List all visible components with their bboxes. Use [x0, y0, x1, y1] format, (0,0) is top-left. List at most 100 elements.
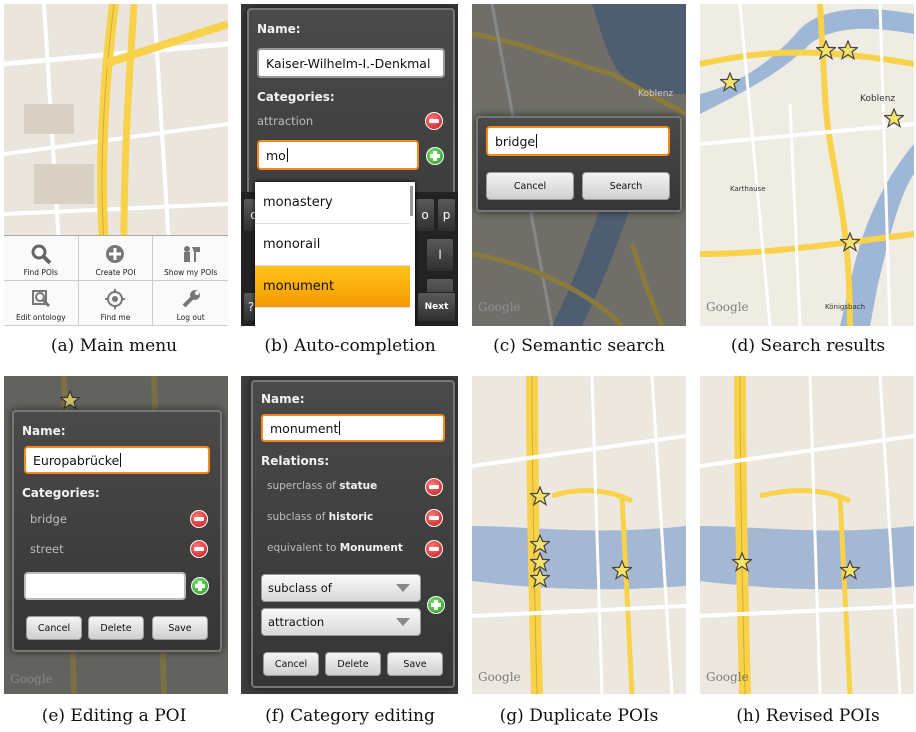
poi-star-marker[interactable] — [612, 560, 632, 580]
add-relation-button[interactable] — [427, 596, 445, 614]
save-button[interactable]: Save — [152, 616, 208, 640]
relation-item: subclass of historic — [267, 511, 374, 523]
category-item: attraction — [257, 114, 314, 128]
category-item: street — [30, 542, 64, 556]
remove-relation-button[interactable] — [425, 509, 443, 527]
delete-button[interactable]: Delete — [88, 616, 144, 640]
relation-item: equivalent to Monument — [267, 542, 403, 554]
search-input[interactable]: bridge — [486, 126, 670, 156]
category-dialog: Name: monument Relations: superclass of … — [251, 380, 455, 688]
save-button[interactable]: Save — [387, 652, 443, 676]
panel-main-menu: Find POIs Create POI Show my POIs Edit o… — [4, 4, 228, 326]
cancel-button[interactable]: Cancel — [263, 652, 319, 676]
map-view[interactable] — [472, 376, 686, 694]
google-logo: Google — [706, 670, 749, 684]
suggestion-item[interactable]: monastery — [255, 182, 410, 224]
add-category-button[interactable] — [191, 577, 209, 595]
edit-search-icon — [31, 290, 50, 308]
menu-item-log-out[interactable]: Log out — [153, 281, 228, 326]
scrollbar[interactable] — [410, 186, 413, 216]
name-label: Name: — [22, 424, 66, 438]
panel-semantic-search: Koblenz bridge Cancel Search Google — [472, 4, 686, 326]
poi-star-marker[interactable] — [60, 390, 80, 410]
name-label: Name: — [261, 392, 305, 406]
google-logo: Google — [478, 300, 521, 314]
remove-category-button[interactable] — [190, 510, 208, 528]
search-button[interactable]: Search — [582, 172, 670, 200]
poi-star-marker[interactable] — [530, 486, 550, 506]
map-view[interactable] — [700, 376, 914, 694]
google-logo: Google — [10, 672, 53, 686]
name-field[interactable]: Kaiser-Wilhelm-I.-Denkmal — [257, 48, 445, 78]
suggestion-item[interactable]: monorail — [255, 224, 410, 266]
cancel-button[interactable]: Cancel — [486, 172, 574, 200]
category-input[interactable]: mo — [257, 140, 419, 170]
add-category-button[interactable] — [426, 147, 444, 165]
poi-star-marker[interactable] — [884, 108, 904, 128]
suggestion-list: monastery monorail monument — [255, 182, 415, 326]
menu-item-edit-ontology[interactable]: Edit ontology — [4, 281, 79, 326]
google-logo: Google — [478, 670, 521, 684]
relations-label: Relations: — [261, 454, 330, 468]
menu-item-label: Find POIs — [23, 268, 58, 277]
remove-category-button[interactable] — [425, 112, 443, 130]
caption-d: (d) Search results — [730, 336, 886, 356]
map-label: Koblenz — [860, 94, 895, 104]
poi-star-marker[interactable] — [732, 552, 752, 572]
panel-auto-completion: Name: Kaiser-Wilhelm-I.-Denkmal Categori… — [241, 4, 458, 326]
panel-editing-poi: Name: Europabrücke Categories: bridge st… — [4, 376, 228, 694]
suggestion-item-selected[interactable]: monument — [255, 266, 410, 308]
name-label: Name: — [257, 22, 301, 36]
caption-f: (f) Category editing — [265, 706, 435, 726]
map-label: Karthause — [730, 185, 766, 193]
menu-item-find-me[interactable]: Find me — [78, 281, 154, 326]
key-o[interactable]: o — [415, 198, 435, 232]
caption-b: (b) Auto-completion — [264, 336, 436, 356]
remove-category-button[interactable] — [190, 540, 208, 558]
caption-h: (h) Revised POIs — [736, 706, 880, 726]
main-menu: Find POIs Create POI Show my POIs Edit o… — [4, 235, 228, 326]
text-caret — [339, 421, 341, 435]
category-item: bridge — [30, 512, 67, 526]
poi-star-marker[interactable] — [530, 568, 550, 588]
caption-e: (e) Editing a POI — [41, 706, 187, 726]
relation-item: superclass of statue — [267, 480, 378, 492]
menu-item-show-my-pois[interactable]: Show my POIs — [153, 236, 228, 281]
add-circle-icon — [106, 245, 125, 263]
poi-star-marker[interactable] — [530, 534, 550, 554]
caption-g: (g) Duplicate POIs — [499, 706, 659, 726]
panel-search-results: Koblenz Karthause Königsbach Google — [700, 4, 914, 326]
categories-label: Categories: — [257, 90, 335, 104]
panel-category-editing: Name: monument Relations: superclass of … — [241, 376, 458, 694]
map-label: Koblenz — [638, 89, 673, 99]
relation-target-select[interactable]: attraction — [261, 608, 421, 636]
locate-icon — [105, 289, 126, 309]
remove-relation-button[interactable] — [425, 540, 443, 558]
poi-star-marker[interactable] — [816, 40, 836, 60]
menu-item-label: Edit ontology — [16, 313, 66, 322]
map-view[interactable]: Koblenz Karthause Königsbach — [700, 4, 914, 326]
poi-star-marker[interactable] — [720, 72, 740, 92]
menu-item-create-poi[interactable]: Create POI — [78, 236, 154, 281]
poi-star-marker[interactable] — [840, 560, 860, 580]
key-l[interactable]: l — [426, 238, 454, 272]
menu-item-label: Find me — [100, 313, 131, 322]
category-input[interactable] — [24, 572, 186, 600]
search-dialog: bridge Cancel Search — [476, 116, 682, 212]
google-logo: Google — [706, 300, 749, 314]
poi-star-marker[interactable] — [840, 232, 860, 252]
menu-item-label: Show my POIs — [163, 268, 218, 277]
dropdown-arrow-icon — [396, 618, 410, 626]
dropdown-arrow-icon — [396, 584, 410, 592]
remove-relation-button[interactable] — [425, 478, 443, 496]
next-key[interactable]: Next — [417, 292, 456, 322]
poi-star-marker[interactable] — [838, 40, 858, 60]
delete-button[interactable]: Delete — [325, 652, 381, 676]
relation-type-select[interactable]: subclass of — [261, 574, 421, 602]
menu-item-find-pois[interactable]: Find POIs — [4, 236, 79, 281]
cancel-button[interactable]: Cancel — [26, 616, 82, 640]
name-field[interactable]: Europabrücke — [24, 446, 210, 474]
text-caret — [536, 134, 538, 148]
name-field[interactable]: monument — [261, 414, 445, 442]
key-p[interactable]: p — [437, 198, 456, 232]
